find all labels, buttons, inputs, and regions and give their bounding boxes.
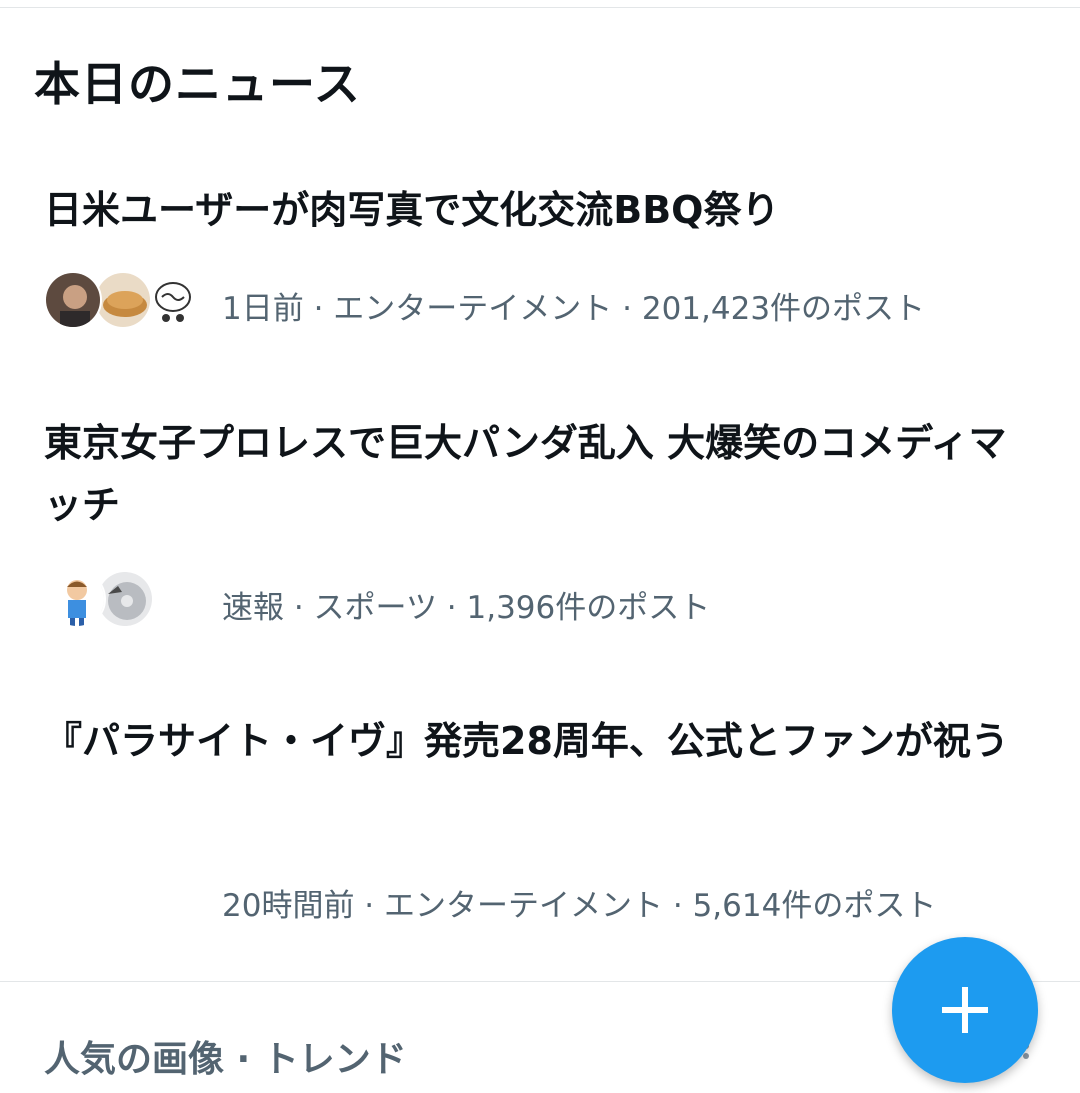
- news-headline: 『パラサイト・イヴ』発売28周年、公式とファンが祝う: [44, 719, 1009, 763]
- explore-page: 本日のニュース 日米ユーザーが肉写真で文化交流BBQ祭り 1日前 · エンターテ…: [0, 0, 1080, 1093]
- news-headline: 日米ユーザーが肉写真で文化交流BBQ祭り: [44, 188, 780, 232]
- cartoon-boy-avatar: [48, 570, 106, 628]
- news-meta: 20時間前 · エンターテイメント · 5,614件のポスト: [222, 888, 937, 924]
- news-meta: 1日前 · エンターテイメント · 201,423件のポスト: [222, 291, 926, 327]
- person-avatar: [44, 271, 102, 329]
- section-title: 本日のニュース: [34, 57, 361, 111]
- news-headline: 東京女子プロレスで巨大パンダ乱入 大爆笑のコメディマッチ: [44, 421, 1007, 527]
- avatar-stack: [44, 271, 204, 331]
- news-meta: 速報 · スポーツ · 1,396件のポスト: [222, 590, 711, 626]
- compose-button[interactable]: [892, 937, 1038, 1083]
- plus-icon: [942, 987, 988, 1033]
- trends-section-title: 人気の画像 · トレンド: [44, 1039, 407, 1080]
- avatar-stack: [44, 570, 204, 630]
- top-divider: [0, 7, 1080, 8]
- pancake-avatar: [94, 271, 152, 329]
